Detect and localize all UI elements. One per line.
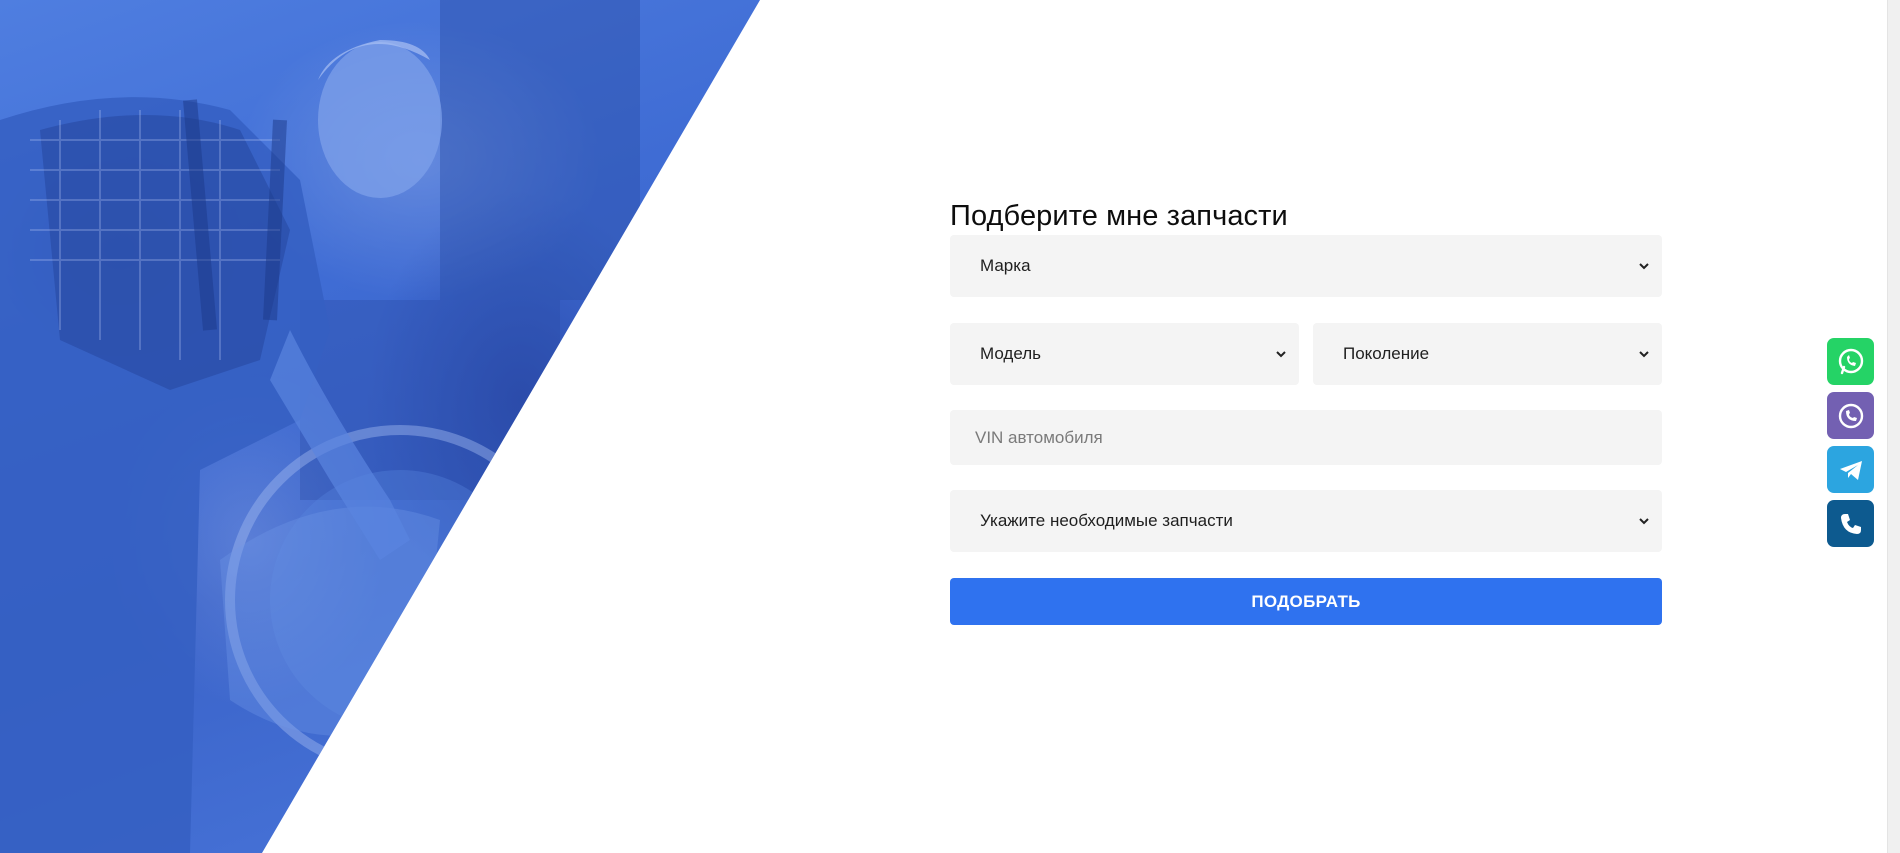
page: Подберите мне запчасти Марка Модель Поко… xyxy=(0,0,1900,853)
generation-select-label: Поколение xyxy=(1343,344,1430,363)
model-select-label: Модель xyxy=(980,344,1042,363)
whatsapp-icon xyxy=(1838,348,1863,374)
phone-button[interactable] xyxy=(1827,500,1874,547)
telegram-button[interactable] xyxy=(1827,446,1874,493)
chevron-down-icon xyxy=(1639,351,1649,358)
parts-select[interactable]: Укажите необходимые запчасти xyxy=(950,490,1662,552)
vin-input-placeholder: VIN автомобиля xyxy=(975,427,1103,447)
hero-image xyxy=(0,0,760,853)
parts-select-label: Укажите необходимые запчасти xyxy=(980,511,1233,530)
vin-input[interactable]: VIN автомобиля xyxy=(950,410,1662,465)
generation-select[interactable]: Поколение xyxy=(1313,323,1662,385)
form-title: Подберите мне запчасти xyxy=(950,200,1288,232)
viber-icon xyxy=(1838,403,1863,428)
chevron-down-icon xyxy=(1276,351,1286,358)
whatsapp-button[interactable] xyxy=(1827,338,1874,385)
parts-selection-form: Подберите мне запчасти Марка Модель Поко… xyxy=(950,198,1662,625)
phone-icon xyxy=(1840,513,1861,534)
brand-select[interactable]: Марка xyxy=(950,235,1662,297)
messenger-buttons xyxy=(1827,338,1874,554)
scrollbar[interactable] xyxy=(1887,0,1900,853)
chevron-down-icon xyxy=(1639,518,1649,525)
model-select[interactable]: Модель xyxy=(950,323,1299,385)
mechanic-photo xyxy=(0,0,640,853)
brand-select-label: Марка xyxy=(980,256,1031,275)
submit-button[interactable]: ПОДОБРАТЬ xyxy=(950,578,1662,625)
chevron-down-icon xyxy=(1639,263,1649,270)
telegram-icon xyxy=(1839,460,1862,480)
viber-button[interactable] xyxy=(1827,392,1874,439)
